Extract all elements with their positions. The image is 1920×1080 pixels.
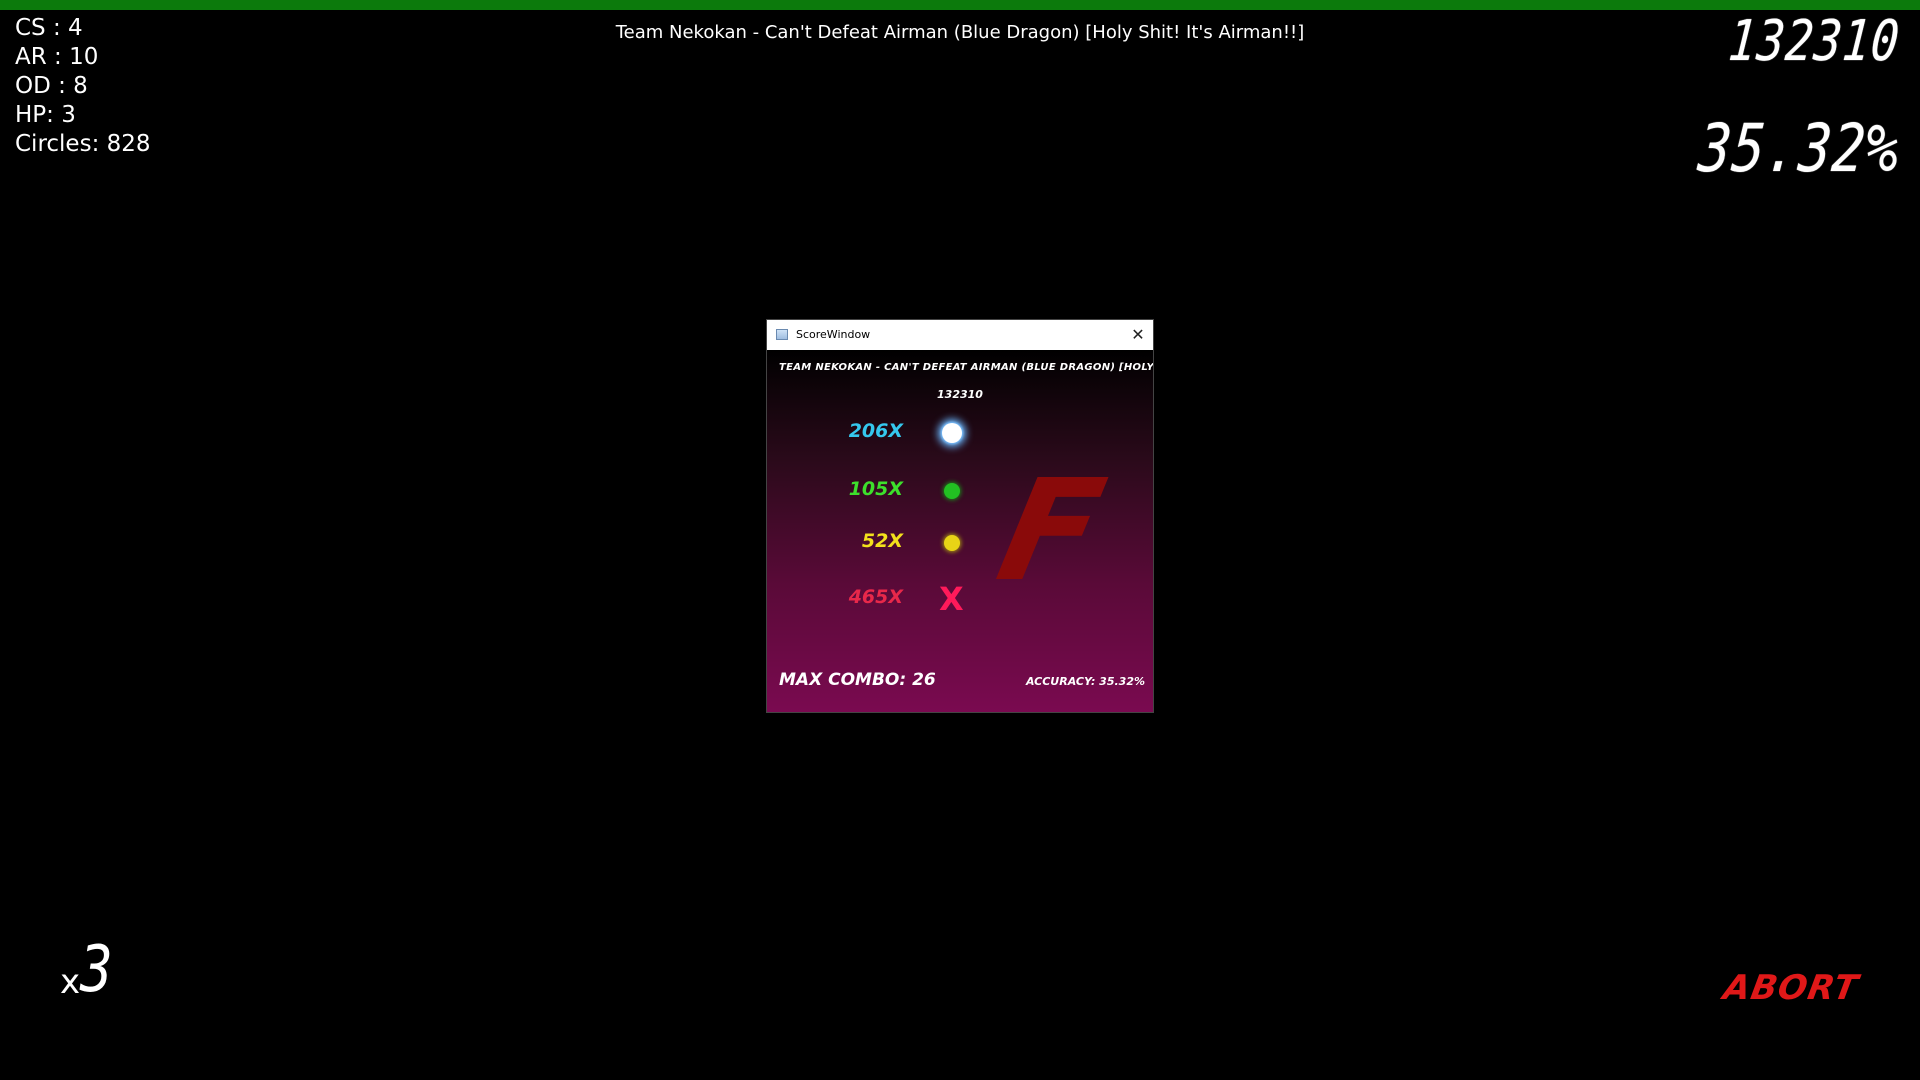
health-bar <box>0 0 1920 10</box>
multiplier-prefix: x <box>60 962 81 1002</box>
max-combo: MAX COMBO: 26 <box>779 670 936 690</box>
hit-row-miss: 465X X <box>767 580 1153 618</box>
red-x-icon: X <box>939 580 964 618</box>
hit-count-300: 206X <box>848 420 903 442</box>
result-score: 132310 <box>937 388 983 401</box>
result-accuracy: ACCURACY: 35.32% <box>1025 675 1145 688</box>
score-window-titlebar[interactable]: ScoreWindow ✕ <box>767 320 1153 350</box>
stat-ar: AR : 10 <box>15 44 99 70</box>
health-bar-fill <box>0 0 1920 10</box>
stat-circles: Circles: 828 <box>15 131 151 157</box>
map-title: Team Nekokan - Can't Defeat Airman (Blue… <box>615 22 1305 43</box>
green-circle-icon <box>944 483 960 499</box>
hit-count-miss: 465X <box>848 586 903 608</box>
accuracy-display: 35.32% <box>1695 110 1903 187</box>
score-window-title: ScoreWindow <box>796 328 871 341</box>
abort-button[interactable]: ABORT <box>1720 968 1861 1008</box>
game-screen: CS : 4 AR : 10 OD : 8 HP: 3 Circles: 828… <box>0 0 1920 1080</box>
hit-count-50: 52X <box>861 530 903 552</box>
glowing-white-circle-icon <box>942 423 962 443</box>
stat-hp: HP: 3 <box>15 102 76 128</box>
score-window: ScoreWindow ✕ TEAM NEKOKAN - CAN'T DEFEA… <box>767 320 1153 712</box>
multiplier-value: 3 <box>80 933 113 1007</box>
score-display: 132310 <box>1725 9 1903 74</box>
yellow-circle-icon <box>944 535 960 551</box>
stat-od: OD : 8 <box>15 73 88 99</box>
hit-row-300: 206X <box>767 418 1153 448</box>
window-app-icon <box>776 329 788 340</box>
hit-count-100: 105X <box>848 478 903 500</box>
combo-multiplier: x3 <box>60 938 119 1002</box>
score-window-body: TEAM NEKOKAN - CAN'T DEFEAT AIRMAN (BLUE… <box>767 350 1153 712</box>
result-map-title: TEAM NEKOKAN - CAN'T DEFEAT AIRMAN (BLUE… <box>779 362 1153 373</box>
close-icon[interactable]: ✕ <box>1123 320 1153 350</box>
